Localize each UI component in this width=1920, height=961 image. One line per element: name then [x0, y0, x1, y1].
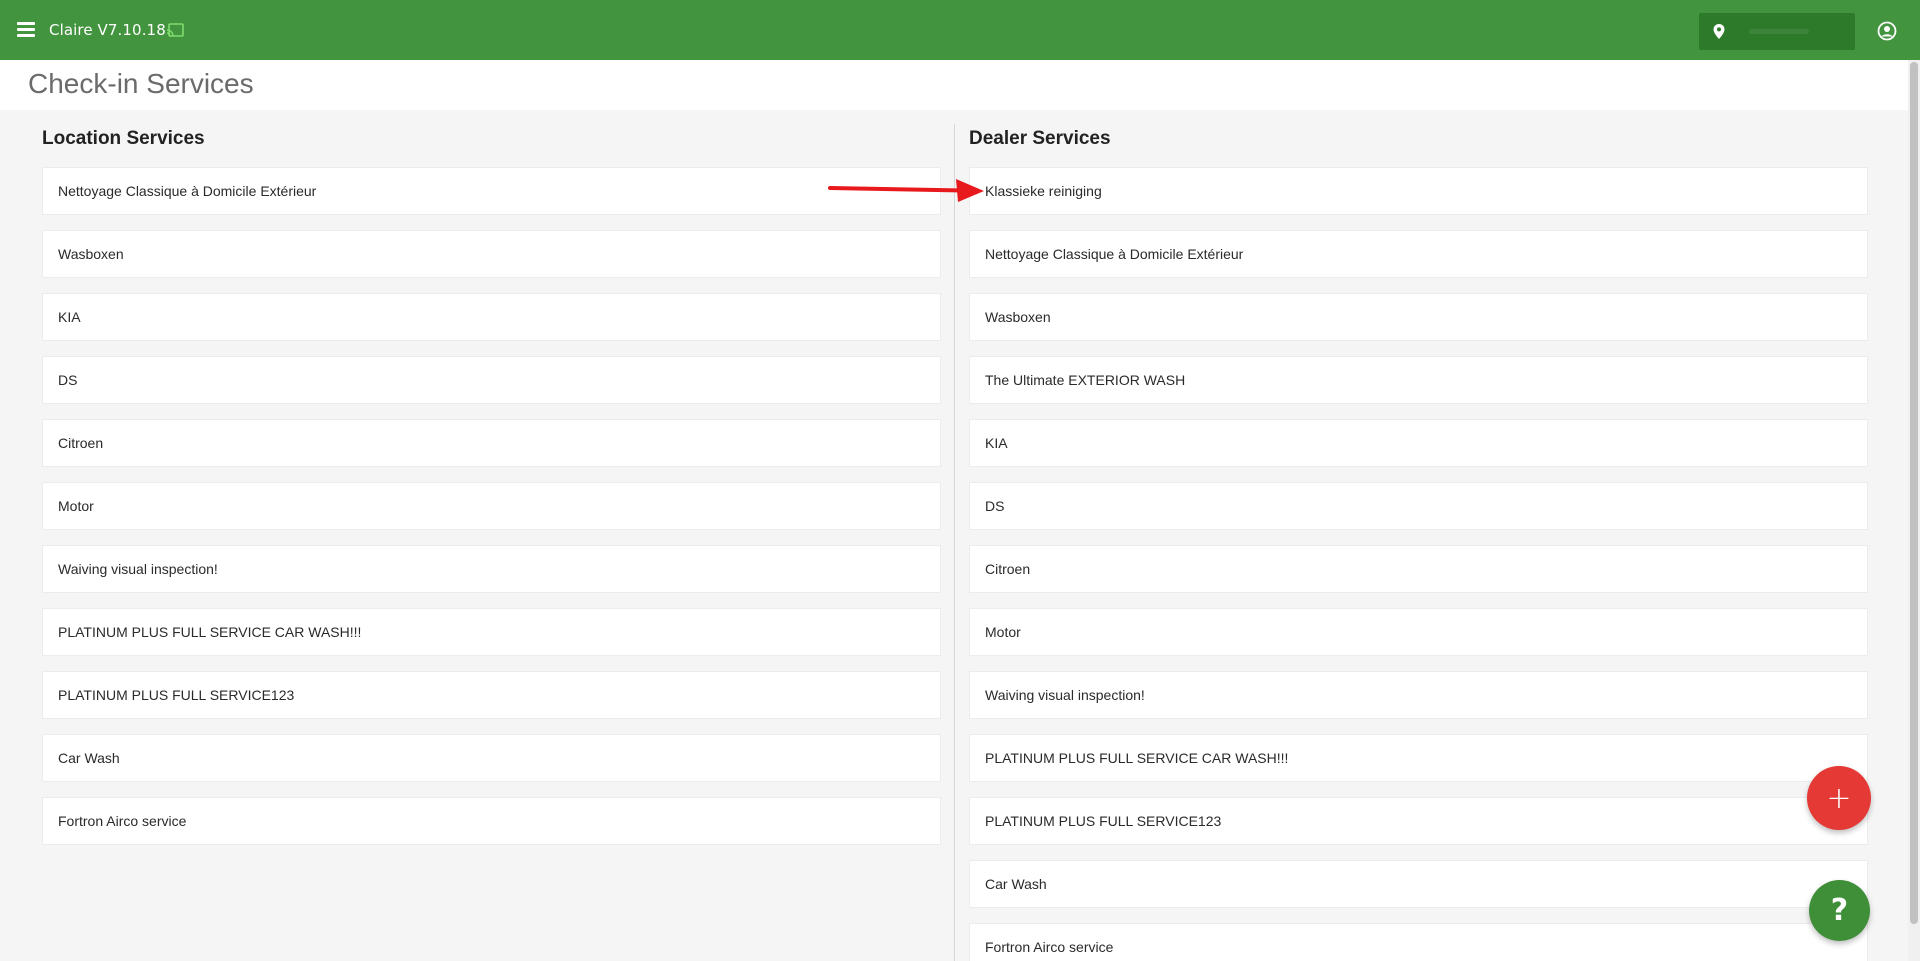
- cast-icon[interactable]: [166, 23, 184, 38]
- dealer-service-item[interactable]: PLATINUM PLUS FULL SERVICE CAR WASH!!!: [969, 734, 1868, 782]
- location-service-item[interactable]: Wasboxen: [42, 230, 941, 278]
- annotation-arrow-icon: [828, 179, 984, 202]
- dealer-service-item[interactable]: Motor: [969, 608, 1868, 656]
- column-divider: [954, 124, 955, 961]
- app-title: Claire V7.10.18: [49, 21, 166, 39]
- dealer-service-item[interactable]: Klassieke reiniging: [969, 167, 1868, 215]
- help-button[interactable]: ?: [1809, 880, 1870, 941]
- location-service-item[interactable]: Fortron Airco service: [42, 797, 941, 845]
- page-scrollbar[interactable]: [1908, 60, 1920, 961]
- location-service-item[interactable]: Waiving visual inspection!: [42, 545, 941, 593]
- account-circle-icon[interactable]: [1877, 21, 1897, 41]
- add-service-button[interactable]: +: [1807, 766, 1871, 830]
- dealer-services-list: Klassieke reiniging Nettoyage Classique …: [969, 167, 1868, 961]
- location-service-item[interactable]: Citroen: [42, 419, 941, 467]
- location-selector[interactable]: [1699, 13, 1855, 50]
- dealer-service-item[interactable]: Wasboxen: [969, 293, 1868, 341]
- dealer-service-item[interactable]: Citroen: [969, 545, 1868, 593]
- dealer-service-item[interactable]: PLATINUM PLUS FULL SERVICE123: [969, 797, 1868, 845]
- dealer-service-item[interactable]: Fortron Airco service: [969, 923, 1868, 961]
- location-service-item[interactable]: DS: [42, 356, 941, 404]
- dealer-service-item[interactable]: Nettoyage Classique à Domicile Extérieur: [969, 230, 1868, 278]
- location-service-item[interactable]: PLATINUM PLUS FULL SERVICE123: [42, 671, 941, 719]
- dealer-service-item[interactable]: The Ultimate EXTERIOR WASH: [969, 356, 1868, 404]
- location-service-item[interactable]: Nettoyage Classique à Domicile Extérieur: [42, 167, 941, 215]
- location-name-redacted: [1749, 29, 1809, 34]
- hamburger-menu-icon[interactable]: [14, 18, 38, 42]
- dealer-service-item[interactable]: Waiving visual inspection!: [969, 671, 1868, 719]
- dealer-service-item[interactable]: Car Wash: [969, 860, 1868, 908]
- page-title: Check-in Services: [28, 68, 254, 99]
- location-pin-icon: [1713, 24, 1725, 39]
- dealer-service-item[interactable]: DS: [969, 482, 1868, 530]
- dealer-services-title: Dealer Services: [969, 128, 1111, 149]
- top-app-bar: Claire V7.10.18: [0, 0, 1920, 60]
- dealer-service-item[interactable]: KIA: [969, 419, 1868, 467]
- location-services-list: Nettoyage Classique à Domicile Extérieur…: [42, 167, 941, 860]
- location-service-item[interactable]: KIA: [42, 293, 941, 341]
- scrollbar-thumb[interactable]: [1910, 62, 1918, 924]
- location-services-title: Location Services: [42, 128, 205, 149]
- location-service-item[interactable]: Car Wash: [42, 734, 941, 782]
- page-header: Check-in Services: [0, 60, 1908, 110]
- location-service-item[interactable]: Motor: [42, 482, 941, 530]
- location-service-item[interactable]: PLATINUM PLUS FULL SERVICE CAR WASH!!!: [42, 608, 941, 656]
